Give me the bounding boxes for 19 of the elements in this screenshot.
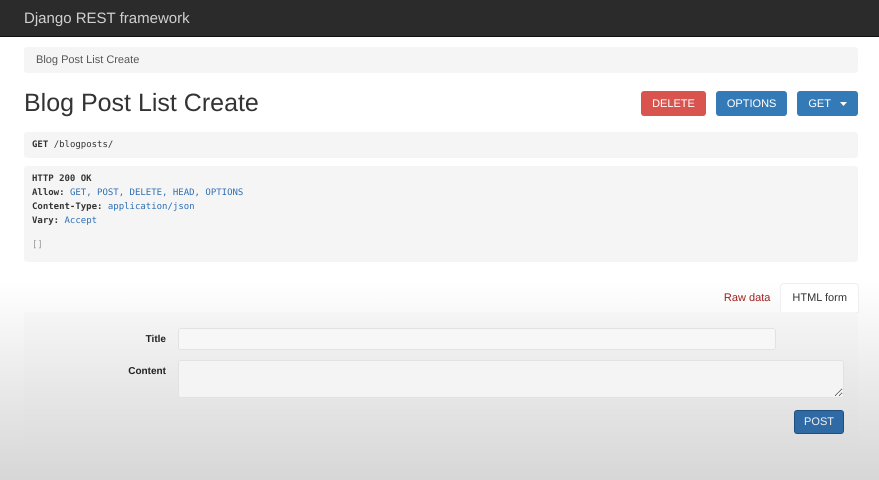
response-status: HTTP 200 OK	[32, 174, 93, 184]
field-label: Title	[144, 333, 166, 345]
breadcrumb-item[interactable]: Blog Post List Create	[36, 54, 140, 66]
method-dropdown-button[interactable]: GET	[797, 91, 858, 116]
response-body: []	[32, 240, 44, 250]
request-line: GET /blogposts/	[32, 140, 114, 150]
caret-icon	[840, 102, 847, 106]
page-title: Blog Post List Create	[24, 89, 259, 118]
tab[interactable]: HTML form	[781, 284, 858, 312]
field-label: Content	[127, 365, 166, 377]
post-button[interactable]: POST	[794, 410, 844, 434]
content-field[interactable]	[178, 360, 844, 398]
response-header-line: Allow: GET, POST, DELETE, HEAD, OPTIONS	[32, 188, 244, 198]
action-button[interactable]: DELETE	[641, 91, 706, 116]
action-button[interactable]: OPTIONS	[716, 91, 788, 116]
response-header-line: Content-Type: application/json	[32, 202, 196, 212]
tab[interactable]: Raw data	[712, 284, 782, 312]
response-header-line: Vary: Accept	[32, 216, 98, 226]
brand-title[interactable]: Django REST framework	[24, 10, 190, 26]
